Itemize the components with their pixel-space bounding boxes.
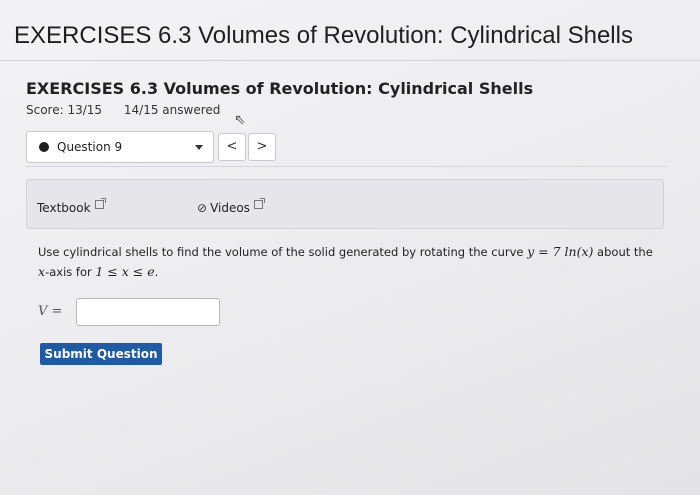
problem-text: . — [154, 265, 159, 279]
answered-text: 14/15 answered — [123, 103, 221, 117]
external-link-icon — [94, 198, 106, 209]
section-divider — [26, 166, 666, 167]
problem-text: -axis for — [45, 265, 96, 279]
previous-question-button[interactable]: < — [218, 133, 246, 161]
question-status-dot-icon — [39, 142, 49, 152]
next-question-button[interactable]: > — [248, 133, 276, 161]
submit-question-button[interactable]: Submit Question — [40, 343, 162, 365]
external-link-icon — [253, 198, 265, 209]
mouse-cursor-icon: ⇖ — [234, 112, 246, 128]
textbook-link[interactable]: Textbook — [37, 198, 106, 215]
chevron-down-icon — [195, 145, 203, 150]
question-select[interactable]: Question 9 — [26, 131, 214, 163]
videos-link[interactable]: ⊘ Videos — [197, 198, 265, 215]
paperclip-icon: ⊘ — [197, 201, 208, 215]
problem-text: about the — [593, 245, 653, 259]
problem-math: 1 ≤ x ≤ e — [95, 264, 155, 279]
videos-link-label: Videos — [210, 201, 250, 215]
assignment-title: EXERCISES 6.3 Volumes of Revolution: Cyl… — [26, 79, 534, 98]
answer-input[interactable] — [76, 298, 220, 326]
textbook-link-label: Textbook — [37, 201, 91, 215]
title-divider — [0, 60, 700, 61]
problem-statement: Use cylindrical shells to find the volum… — [38, 242, 666, 282]
answer-label: V = — [38, 304, 63, 319]
score-text: Score: 13/15 — [26, 103, 103, 117]
question-select-label: Question 9 — [57, 140, 123, 154]
problem-math: y = 7 ln(x) — [527, 244, 594, 259]
problem-math: x — [38, 264, 46, 279]
score-row: Score: 13/15 14/15 answered — [26, 103, 238, 117]
page-title: EXERCISES 6.3 Volumes of Revolution: Cyl… — [14, 22, 633, 49]
problem-text: Use cylindrical shells to find the volum… — [38, 245, 528, 259]
resources-bar: Textbook ⊘ Videos — [26, 179, 664, 229]
